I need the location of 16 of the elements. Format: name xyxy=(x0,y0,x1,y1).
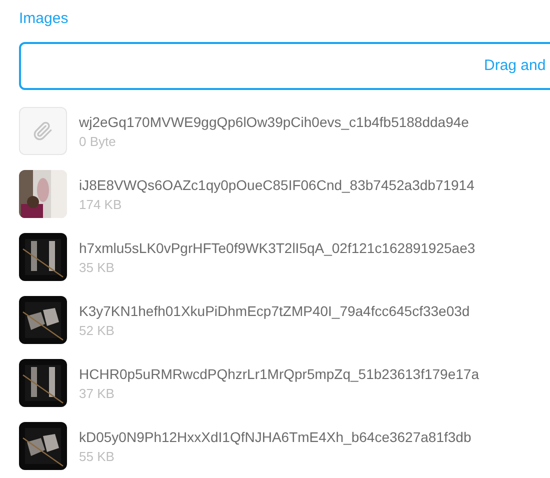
file-size: 52 KB xyxy=(79,323,114,339)
drop-zone[interactable]: Drag and xyxy=(19,42,550,90)
paperclip-icon xyxy=(33,121,53,141)
file-size: 37 KB xyxy=(79,386,114,402)
file-name: kD05y0N9Ph12HxxXdI1QfNJHA6TmE4Xh_b64ce3627a81f3db xyxy=(79,428,472,447)
section-label: Images xyxy=(19,9,68,29)
file-name: wj2eGq170MVWE9ggQp6lOw39pCih0evs_c1b4fb5188dda94e xyxy=(79,113,469,132)
file-name: K3y7KN1hefh01XkuPiDhmEcp7tZMP40I_79a4fcc645cf33e03d xyxy=(79,302,470,321)
file-size: 0 Byte xyxy=(79,134,116,150)
drop-zone-text: Drag and xyxy=(484,56,546,76)
file-size: 174 KB xyxy=(79,197,122,213)
file-size: 35 KB xyxy=(79,260,114,276)
file-name: HCHR0p5uRMRwcdPQhzrLr1MrQpr5mpZq_51b23613f179e17a xyxy=(79,365,479,384)
file-name: iJ8E8VWQs6OAZc1qy0pOueC85IF06Cnd_83b7452a3db71914 xyxy=(79,176,474,195)
file-size: 55 KB xyxy=(79,449,114,465)
file-name: h7xmlu5sLK0vPgrHFTe0f9WK3T2lI5qA_02f121c162891925ae3 xyxy=(79,239,476,258)
